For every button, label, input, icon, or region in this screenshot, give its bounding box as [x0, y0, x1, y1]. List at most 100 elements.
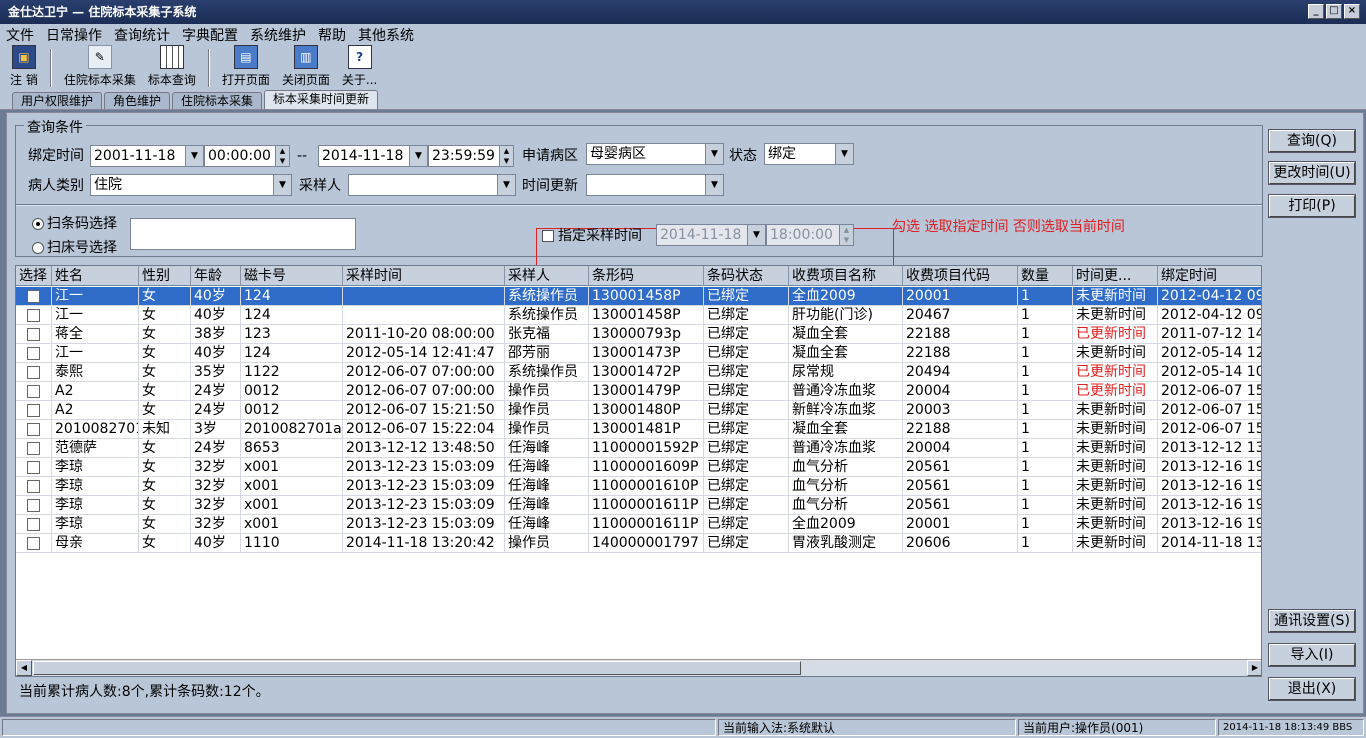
print-button[interactable]: 打印(P) — [1269, 195, 1355, 217]
row-checkbox[interactable] — [27, 442, 40, 455]
row-select-cell[interactable] — [16, 515, 52, 534]
row-select-cell[interactable] — [16, 477, 52, 496]
chevron-down-icon[interactable]: ▼ — [835, 144, 853, 164]
row-select-cell[interactable] — [16, 439, 52, 458]
spinner-arrows-icon[interactable]: ▲ ▼ — [839, 225, 853, 245]
column-header[interactable]: 数量 — [1018, 266, 1073, 286]
menu-other-systems[interactable]: 其他系统 — [358, 25, 414, 45]
row-checkbox[interactable] — [27, 499, 40, 512]
row-select-cell[interactable] — [16, 306, 52, 325]
specimen-collect-button[interactable]: ✎ 住院标本采集 — [58, 45, 142, 90]
column-header[interactable]: 姓名 — [52, 266, 139, 286]
row-select-cell[interactable] — [16, 363, 52, 382]
row-select-cell[interactable] — [16, 534, 52, 553]
logout-button[interactable]: ▣ 注 销 — [4, 45, 44, 90]
table-row[interactable]: 李琼女 32岁 x001 2013-12-23 15:03:09 任海峰 11000001… — [16, 515, 1261, 534]
chevron-down-icon[interactable]: ▼ — [185, 146, 203, 166]
chevron-down-icon[interactable]: ▼ — [497, 175, 515, 195]
row-select-cell[interactable] — [16, 458, 52, 477]
date-to-picker[interactable]: 2014-11-18 ▼ — [318, 145, 428, 167]
row-checkbox[interactable] — [27, 537, 40, 550]
menu-dictionary[interactable]: 字典配置 — [182, 25, 238, 45]
row-select-cell[interactable] — [16, 420, 52, 439]
ward-select[interactable]: 母婴病区 ▼ — [586, 143, 724, 165]
time-to-spinner[interactable]: 23:59:59 ▲ ▼ — [428, 145, 514, 167]
table-row[interactable]: A2 女 24岁 0012 2012-06-07 07:00:00 操作员 13000147… — [16, 382, 1261, 401]
chevron-down-icon[interactable]: ▼ — [705, 144, 723, 164]
row-checkbox[interactable] — [27, 347, 40, 360]
column-header[interactable]: 选择 — [16, 266, 52, 286]
table-row[interactable]: 蒋全女 38岁 123 2011-10-20 08:00:00 张克福 130000793… — [16, 325, 1261, 344]
row-checkbox[interactable] — [27, 366, 40, 379]
specify-time-spinner[interactable]: 18:00:00 ▲ ▼ — [766, 224, 854, 246]
column-header[interactable]: 条码状态 — [704, 266, 789, 286]
column-header[interactable]: 绑定时间 — [1158, 266, 1261, 286]
row-select-cell[interactable] — [16, 401, 52, 420]
menu-daily[interactable]: 日常操作 — [46, 25, 102, 45]
exit-button[interactable]: 退出(X) — [1269, 678, 1355, 700]
scan-bed-radio[interactable] — [32, 242, 44, 254]
specify-time-checkbox[interactable] — [542, 230, 554, 242]
row-checkbox[interactable] — [27, 404, 40, 417]
collector-select[interactable]: ▼ — [348, 174, 516, 196]
tab-inpatient-collect[interactable]: 住院标本采集 — [172, 92, 263, 109]
menu-help[interactable]: 帮助 — [318, 25, 346, 45]
row-checkbox[interactable] — [27, 480, 40, 493]
column-header[interactable]: 条形码 — [589, 266, 704, 286]
table-row[interactable]: 李琼女 32岁 x001 2013-12-23 15:03:09 任海峰 11000001… — [16, 496, 1261, 515]
row-select-cell[interactable] — [16, 287, 52, 306]
row-checkbox[interactable] — [27, 518, 40, 531]
time-update-select[interactable]: ▼ — [586, 174, 724, 196]
chevron-down-icon[interactable]: ▼ — [409, 146, 427, 166]
patient-type-select[interactable]: 住院 ▼ — [90, 174, 292, 196]
scroll-thumb[interactable] — [33, 661, 801, 675]
table-row[interactable]: 20100827011未知3岁2010082701a2012-06-07 15:… — [16, 420, 1261, 439]
row-checkbox[interactable] — [27, 423, 40, 436]
column-header[interactable]: 性别 — [139, 266, 191, 286]
scan-barcode-radio[interactable] — [32, 218, 44, 230]
change-time-button[interactable]: 更改时间(U) — [1269, 162, 1355, 184]
date-from-picker[interactable]: 2001-11-18 ▼ — [90, 145, 204, 167]
tab-collect-time-update[interactable]: 标本采集时间更新 — [264, 90, 379, 109]
close-button[interactable]: × — [1344, 4, 1360, 19]
row-select-cell[interactable] — [16, 325, 52, 344]
specify-date-picker[interactable]: 2014-11-18 ▼ — [656, 224, 766, 246]
query-button[interactable]: 查询(Q) — [1269, 130, 1355, 152]
row-checkbox[interactable] — [27, 309, 40, 322]
maximize-button[interactable]: □ — [1326, 4, 1342, 19]
column-header[interactable]: 采样时间 — [343, 266, 505, 286]
chevron-down-icon[interactable]: ▼ — [747, 225, 765, 245]
table-row[interactable]: 母亲女 40岁 1110 2014-11-18 13:20:42 操作员 14000000… — [16, 534, 1261, 553]
column-header[interactable]: 采样人 — [505, 266, 589, 286]
time-from-spinner[interactable]: 00:00:00 ▲ ▼ — [204, 145, 290, 167]
close-page-button[interactable]: ▥ 关闭页面 — [276, 45, 336, 90]
spinner-arrows-icon[interactable]: ▲ ▼ — [499, 146, 513, 166]
row-checkbox[interactable] — [27, 461, 40, 474]
row-checkbox[interactable] — [27, 290, 40, 303]
chevron-down-icon[interactable]: ▼ — [705, 175, 723, 195]
about-button[interactable]: ? 关于... — [336, 45, 383, 90]
tab-role-maintenance[interactable]: 角色维护 — [104, 92, 171, 109]
table-row[interactable]: 泰熙女 35岁 1122 2012-06-07 07:00:00 系统操作员 130001… — [16, 363, 1261, 382]
row-select-cell[interactable] — [16, 344, 52, 363]
table-row[interactable]: 江一女 40岁 124 系统操作员 130001458P 已绑定 全血2009 20001 1 未… — [16, 287, 1261, 306]
menu-file[interactable]: 文件 — [6, 25, 34, 45]
table-row[interactable]: 范德萨女 24岁 8653 2013-12-12 13:48:50 任海峰 1100000… — [16, 439, 1261, 458]
open-page-button[interactable]: ▤ 打开页面 — [216, 45, 276, 90]
table-row[interactable]: 李琼女 32岁 x001 2013-12-23 15:03:09 任海峰 11000001… — [16, 458, 1261, 477]
menu-query-stats[interactable]: 查询统计 — [114, 25, 170, 45]
column-header[interactable]: 时间更... — [1073, 266, 1158, 286]
chevron-down-icon[interactable]: ▼ — [273, 175, 291, 195]
comm-settings-button[interactable]: 通讯设置(S) — [1269, 610, 1355, 632]
tab-user-permissions[interactable]: 用户权限维护 — [12, 92, 103, 109]
row-checkbox[interactable] — [27, 385, 40, 398]
table-row[interactable]: 李琼女 32岁 x001 2013-12-23 15:03:09 任海峰 11000001… — [16, 477, 1261, 496]
column-header[interactable]: 磁卡号 — [241, 266, 343, 286]
table-row[interactable]: A2 女 24岁 0012 2012-06-07 15:21:50 操作员 13000148… — [16, 401, 1261, 420]
import-button[interactable]: 导入(I) — [1269, 644, 1355, 666]
table-row[interactable]: 江一女 40岁 124 2012-05-14 12:41:47 邵芳丽 130001473… — [16, 344, 1261, 363]
row-select-cell[interactable] — [16, 382, 52, 401]
row-checkbox[interactable] — [27, 328, 40, 341]
table-row[interactable]: 江一女 40岁 124 系统操作员 130001458P 已绑定 肝功能(门诊) 20467 1… — [16, 306, 1261, 325]
scroll-left-arrow-icon[interactable]: ◀ — [16, 660, 32, 676]
